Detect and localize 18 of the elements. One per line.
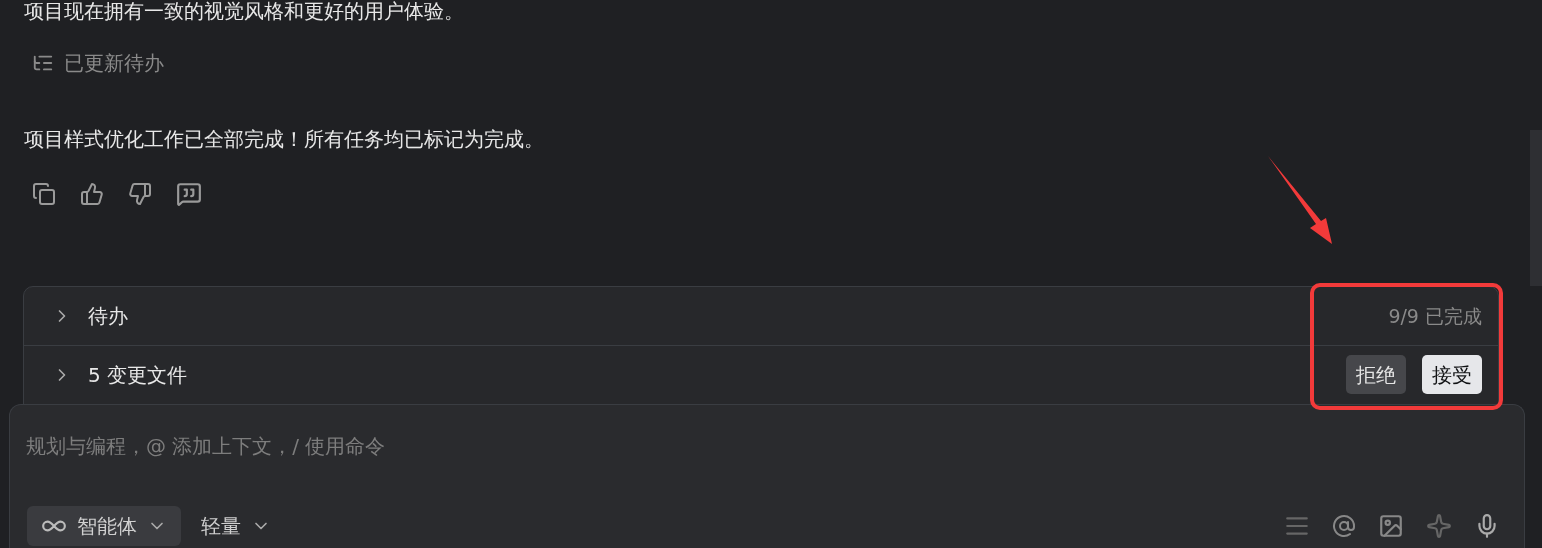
- prompt-field[interactable]: 规划与编程，@ 添加上下文，/ 使用命令: [26, 431, 1508, 461]
- reject-button[interactable]: 拒绝: [1346, 355, 1406, 394]
- todo-update-label: 已更新待办: [64, 50, 164, 77]
- accept-button[interactable]: 接受: [1422, 355, 1482, 394]
- model-dropdown[interactable]: 轻量: [187, 506, 285, 546]
- mention-icon[interactable]: [1332, 514, 1356, 538]
- message-text: 项目现在拥有一致的视觉风格和更好的用户体验。: [24, 0, 464, 25]
- quote-message-icon[interactable]: [176, 181, 202, 207]
- copy-icon[interactable]: [32, 182, 56, 206]
- thumbs-down-icon[interactable]: [128, 182, 152, 206]
- thumbs-up-icon[interactable]: [80, 182, 104, 206]
- mode-dropdown[interactable]: 智能体: [27, 506, 181, 546]
- message-text: 项目样式优化工作已全部完成！所有任务均已标记为完成。: [24, 126, 544, 153]
- section-title[interactable]: 待办: [88, 301, 128, 331]
- section-title[interactable]: 5 变更文件: [88, 359, 188, 390]
- status-text: 9/9 已完成: [1388, 303, 1482, 329]
- sparkle-icon[interactable]: [1426, 513, 1452, 539]
- image-icon[interactable]: [1378, 513, 1404, 539]
